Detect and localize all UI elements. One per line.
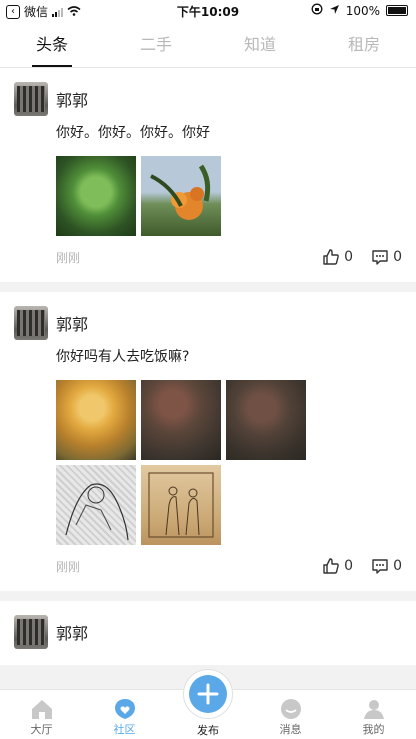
location-icon xyxy=(329,4,340,18)
like-count: 0 xyxy=(344,558,354,574)
post-image[interactable] xyxy=(56,156,136,236)
post-feed[interactable]: 郭郭 你好。你好。你好。你好 刚刚 0 0 郭郭 你好吗有人去吃饭嘛? 刚刚 0… xyxy=(0,68,416,689)
nav-profile[interactable]: 我的 xyxy=(332,690,415,739)
post-meta: 刚刚 0 0 xyxy=(56,248,402,266)
post-card[interactable]: 郭郭 xyxy=(0,601,416,665)
avatar[interactable] xyxy=(14,615,48,649)
like-button[interactable]: 0 xyxy=(322,557,353,575)
category-tabs: 头条 二手 知道 租房 xyxy=(0,22,416,68)
rotation-lock-icon xyxy=(311,3,323,18)
status-right: 100% xyxy=(311,3,408,18)
publish-button[interactable] xyxy=(183,669,233,719)
post-card[interactable]: 郭郭 你好吗有人去吃饭嘛? 刚刚 0 0 xyxy=(0,292,416,591)
thumbs-up-icon xyxy=(323,249,339,265)
nav-label: 消息 xyxy=(279,723,302,736)
nav-label: 大厅 xyxy=(30,723,53,736)
post-content: 你好。你好。你好。你好 xyxy=(56,125,210,141)
image-grid xyxy=(56,380,402,545)
profile-icon xyxy=(363,700,384,719)
tab-knowledge[interactable]: 知道 xyxy=(208,22,312,67)
post-image[interactable] xyxy=(56,380,136,460)
nav-label: 我的 xyxy=(362,723,385,736)
post-content: 你好吗有人去吃饭嘛? xyxy=(56,349,190,365)
post-card[interactable]: 郭郭 你好。你好。你好。你好 刚刚 0 0 xyxy=(0,68,416,282)
publish-label[interactable]: 发布 xyxy=(183,722,233,738)
battery-percent: 100% xyxy=(345,3,380,18)
post-header: 郭郭 xyxy=(14,82,402,116)
sketch-graphic xyxy=(65,483,129,541)
avatar[interactable] xyxy=(14,82,48,116)
image-grid xyxy=(56,156,402,236)
tab-rent[interactable]: 租房 xyxy=(312,22,416,67)
post-header: 郭郭 xyxy=(14,306,402,340)
drawing-graphic xyxy=(148,472,214,538)
post-image[interactable] xyxy=(141,156,221,236)
nav-messages[interactable]: 消息 xyxy=(249,690,332,739)
post-image[interactable] xyxy=(56,465,136,545)
nav-community[interactable]: 社区 xyxy=(83,690,166,739)
nav-label: 社区 xyxy=(113,723,136,736)
flower-graphic xyxy=(150,164,211,220)
comment-button[interactable]: 0 xyxy=(371,557,402,575)
comment-icon xyxy=(372,559,388,574)
post-image[interactable] xyxy=(141,380,221,460)
author-name[interactable]: 郭郭 xyxy=(56,620,88,644)
author-name[interactable]: 郭郭 xyxy=(56,87,88,111)
message-icon xyxy=(280,699,301,719)
comment-button[interactable]: 0 xyxy=(371,248,402,266)
post-header: 郭郭 xyxy=(14,615,402,649)
avatar[interactable] xyxy=(14,306,48,340)
plus-icon xyxy=(189,675,227,713)
app-screen: ‹ 微信 下午10:09 100% 头条 二手 知道 租房 郭郭 你好。你好。你… xyxy=(0,0,416,739)
tab-headlines[interactable]: 头条 xyxy=(0,22,104,67)
house-icon xyxy=(31,700,52,719)
post-time: 刚刚 xyxy=(56,250,81,265)
battery-icon xyxy=(386,5,408,16)
post-meta: 刚刚 0 0 xyxy=(56,557,402,575)
thumbs-up-icon xyxy=(323,558,339,574)
comment-count: 0 xyxy=(393,558,402,574)
community-icon xyxy=(114,699,135,719)
comment-icon xyxy=(372,250,388,265)
like-button[interactable]: 0 xyxy=(322,248,353,266)
comment-count: 0 xyxy=(393,249,402,265)
author-name[interactable]: 郭郭 xyxy=(56,311,88,335)
bottom-nav: 大厅 社区 发布 消息 我的 xyxy=(0,669,416,739)
like-count: 0 xyxy=(344,249,354,265)
post-image[interactable] xyxy=(141,465,221,545)
status-bar: ‹ 微信 下午10:09 100% xyxy=(0,0,416,22)
post-image[interactable] xyxy=(226,380,306,460)
nav-hall[interactable]: 大厅 xyxy=(0,690,83,739)
tab-second-hand[interactable]: 二手 xyxy=(104,22,208,67)
post-time: 刚刚 xyxy=(56,559,81,574)
